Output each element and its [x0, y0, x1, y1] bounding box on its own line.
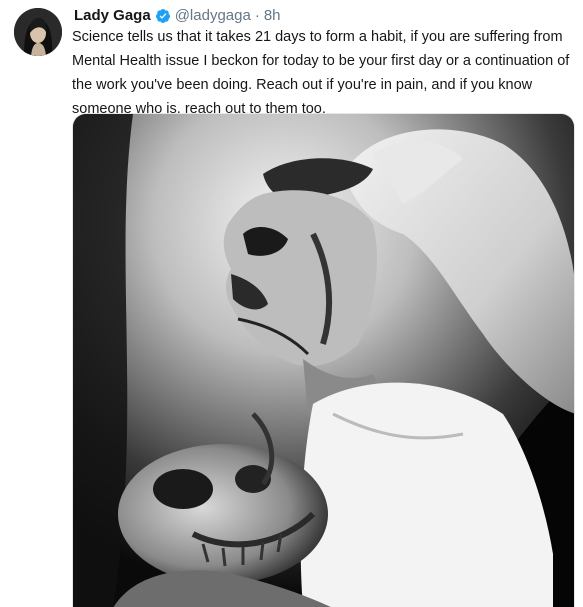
timestamp[interactable]: 8h — [264, 6, 281, 26]
author-handle[interactable]: @ladygaga — [175, 6, 251, 26]
author-name[interactable]: Lady Gaga — [74, 6, 151, 26]
avatar-image — [14, 8, 62, 56]
tweet-media[interactable] — [72, 113, 575, 607]
tweet-text: Science tells us that it takes 21 days t… — [72, 29, 570, 117]
media-image — [73, 114, 574, 607]
verified-badge-icon — [155, 8, 171, 24]
tweet-header: Lady Gaga @ladygaga · 8h — [74, 5, 281, 27]
separator-dot: · — [254, 7, 260, 24]
avatar[interactable] — [14, 8, 62, 56]
tweet: Lady Gaga @ladygaga · 8h Science tells u… — [0, 0, 583, 607]
